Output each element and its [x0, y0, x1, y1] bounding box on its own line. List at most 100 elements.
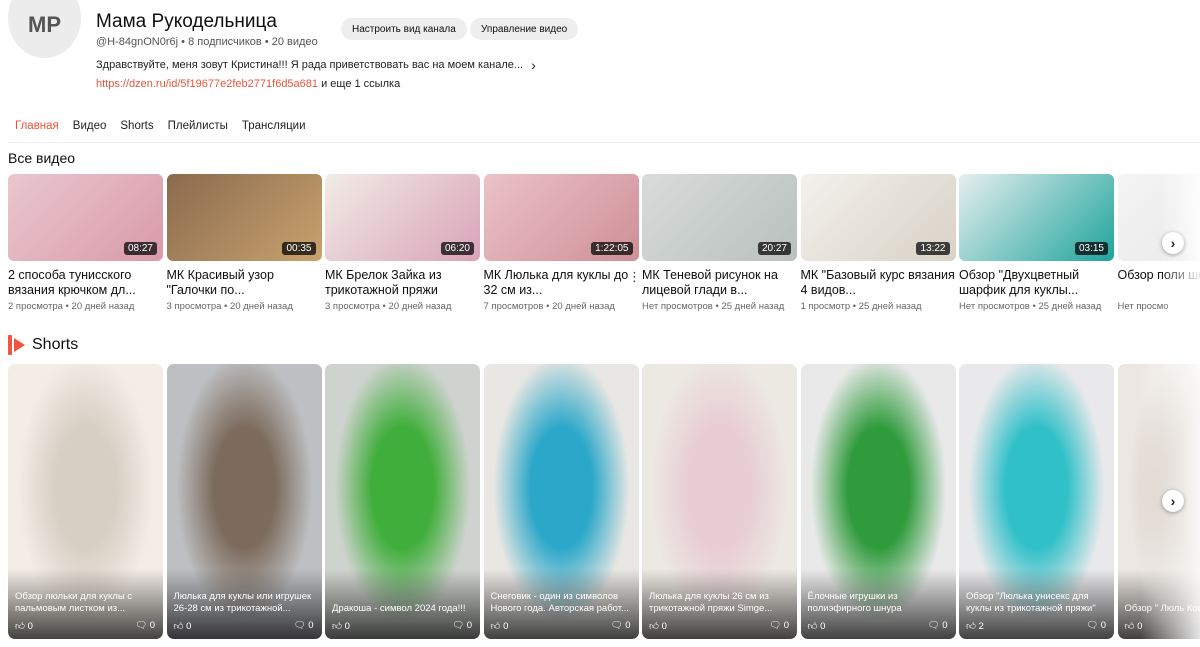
video-meta: 1 просмотр • 25 дней назад [801, 301, 956, 312]
short-title: Ёлочные игрушки из полиэфирного шнура [807, 591, 902, 614]
video-title[interactable]: МК Красивый узор "Галочки по... [167, 268, 322, 298]
video-thumbnail[interactable]: 06:20 [325, 174, 480, 261]
channel-page: { "channel": { "initials": "МР", "name":… [0, 0, 1200, 647]
channel-links: https://dzen.ru/id/5f19677e2feb2771f6d5a… [96, 78, 400, 90]
video-card[interactable]: 00:35 МК Красивый узор "Галочки по... 3 пр… [166, 174, 322, 312]
more-options-icon[interactable]: ⋮ [628, 270, 641, 283]
comment-stat: 🗨︎ 0 [611, 620, 631, 632]
like-stat: 👍︎ 0 [491, 620, 509, 632]
video-views: 3 просмотра [166, 301, 222, 312]
short-card[interactable]: Люлька для куклы 26 см из трикотажной пр… [642, 364, 797, 639]
shorts-next-arrow-icon[interactable]: › [1162, 490, 1184, 512]
video-meta: 3 просмотра • 20 дней назад [325, 301, 480, 312]
video-thumbnail[interactable]: 13:22 [800, 174, 956, 261]
like-count: 0 [27, 621, 33, 632]
comment-count: 0 [466, 620, 472, 631]
videos-next-arrow-icon[interactable]: › [1162, 232, 1184, 254]
channel-avatar[interactable]: МР [8, 0, 81, 58]
avatar-initials: МР [28, 12, 61, 37]
short-stats: 👍︎ 0 🗨︎ 0 [649, 620, 789, 632]
like-stat: 👍︎ 0 [174, 620, 192, 632]
like-count: 0 [344, 621, 350, 632]
short-card[interactable]: Дракоша - символ 2024 года!!! 👍︎ 0 🗨︎ 0 [325, 364, 480, 639]
video-meta: 7 просмотров • 20 дней назад [484, 301, 639, 312]
comment-count: 0 [625, 620, 631, 631]
meta-separator: • [221, 301, 231, 312]
video-views: Нет просмотров [959, 301, 1030, 312]
tab-shorts[interactable]: Shorts [120, 120, 153, 132]
video-card[interactable]: 06:20 МК Брелок Зайка из трикотажной пряж… [325, 174, 480, 312]
comment-icon[interactable]: 🗨︎ [294, 620, 306, 631]
video-title[interactable]: 2 способа тунисского вязания крючком дл.… [8, 268, 163, 298]
short-card[interactable]: Обзор люльки для куклы с пальмовым листк… [8, 364, 163, 639]
thumbs-up-icon[interactable]: 👍︎ [1125, 621, 1135, 632]
more-links[interactable]: и еще 1 ссылка [321, 78, 400, 90]
video-title[interactable]: МК Люлька для куклы до 32 см из... [484, 268, 639, 298]
video-card[interactable]: 13:22 МК "Базовый курс вязания 4 видов...… [800, 174, 956, 312]
like-count: 2 [978, 621, 984, 632]
video-card[interactable]: 20:27 МК Теневой рисунок на лицевой глади… [642, 174, 797, 312]
video-duration: 20:27 [757, 242, 791, 255]
comment-icon[interactable]: 🗨︎ [769, 620, 781, 631]
video-meta: Нет просмотров • 25 дней назад [642, 301, 797, 312]
short-card[interactable]: Люлька для куклы или игрушек 26-28 см из… [166, 364, 322, 639]
video-views: 1 просмотр [800, 301, 851, 312]
video-card[interactable]: 03:15 Обзор "Двухцветный шарфик для куклы… [959, 174, 1114, 312]
comment-count: 0 [942, 620, 948, 631]
comment-icon[interactable]: 🗨︎ [135, 620, 147, 631]
like-count: 0 [503, 621, 509, 632]
video-thumbnail[interactable]: 1:22:05 [483, 174, 639, 261]
thumbs-up-icon[interactable]: 👍︎ [15, 621, 25, 632]
short-card[interactable]: Ёлочные игрушки из полиэфирного шнура 👍︎ … [800, 364, 956, 639]
subscriber-count: 8 подписчиков [188, 36, 262, 48]
like-stat: 👍︎ 2 [966, 620, 984, 632]
thumbs-up-icon[interactable]: 👍︎ [174, 621, 184, 632]
channel-meta: @H-84gnON0r6j • 8 подписчиков • 20 видео [96, 36, 318, 48]
comment-icon[interactable]: 🗨︎ [611, 620, 623, 631]
short-stats: 👍︎ 0 🗨︎ 0 [332, 620, 472, 632]
comment-icon[interactable]: 🗨︎ [452, 620, 464, 631]
short-card[interactable]: Снеговик - один из символов Нового года.… [483, 364, 639, 639]
short-title: Обзор люльки для куклы с пальмовым листк… [15, 591, 133, 614]
thumbs-up-icon[interactable]: 👍︎ [966, 621, 976, 632]
video-duration: 1:22:05 [591, 242, 633, 255]
comment-count: 0 [783, 620, 789, 631]
thumbs-up-icon[interactable]: 👍︎ [808, 621, 818, 632]
video-thumbnail[interactable]: 00:35 [166, 174, 322, 261]
tab-home[interactable]: Главная [15, 120, 59, 132]
video-title[interactable]: Обзор "Двухцветный шарфик для куклы... [959, 268, 1114, 298]
tab-playlists[interactable]: Плейлисты [168, 120, 228, 132]
thumbs-up-icon[interactable]: 👍︎ [491, 621, 501, 632]
thumbs-up-icon[interactable]: 👍︎ [649, 621, 659, 632]
customize-channel-button[interactable]: Настроить вид канала [341, 18, 467, 40]
video-meta: Нет просмотров • 25 дней назад [959, 301, 1114, 312]
short-card[interactable]: Обзор "Люлька унисекс для куклы из трико… [959, 364, 1114, 639]
comment-icon[interactable]: 🗨︎ [1086, 620, 1098, 631]
video-thumbnail[interactable]: 20:27 [642, 174, 797, 261]
video-age: 20 дней назад [71, 301, 135, 312]
short-stats: 👍︎ 0 🗨︎ 0 [174, 620, 314, 632]
manage-videos-button[interactable]: Управление видео [470, 18, 579, 40]
comment-stat: 🗨︎ 0 [769, 620, 789, 632]
video-title[interactable]: МК Теневой рисунок на лицевой глади в... [642, 268, 797, 298]
video-title[interactable]: МК Брелок Зайка из трикотажной пряжи [325, 268, 480, 298]
comment-icon[interactable]: 🗨︎ [928, 620, 940, 631]
comment-count: 0 [1100, 620, 1106, 631]
short-stats: 👍︎ 0 🗨︎ 0 [808, 620, 948, 632]
thumbs-up-icon[interactable]: 👍︎ [332, 621, 342, 632]
channel-link[interactable]: https://dzen.ru/id/5f19677e2feb2771f6d5a… [96, 78, 318, 90]
video-title[interactable]: МК "Базовый курс вязания 4 видов... [801, 268, 956, 298]
short-stats: 👍︎ 0 🗨︎ 0 [15, 620, 155, 632]
channel-name: Мама Рукодельница [96, 11, 277, 32]
channel-handle: @H-84gnON0r6j [96, 36, 179, 48]
chevron-right-icon[interactable]: › [531, 57, 536, 73]
video-thumbnail[interactable]: 08:27 [8, 174, 163, 261]
tab-videos[interactable]: Видео [73, 120, 107, 132]
video-thumbnail[interactable]: 03:15 [959, 174, 1114, 261]
video-age: 20 дней назад [388, 301, 452, 312]
video-card[interactable]: 1:22:05 МК Люлька для куклы до 32 см из..… [483, 174, 639, 312]
like-count: 0 [820, 621, 826, 632]
tab-streams[interactable]: Трансляции [242, 120, 306, 132]
channel-description[interactable]: Здравствуйте, меня зовут Кристина!!! Я р… [96, 57, 536, 73]
video-card[interactable]: 08:27 2 способа тунисского вязания крючко… [8, 174, 163, 312]
